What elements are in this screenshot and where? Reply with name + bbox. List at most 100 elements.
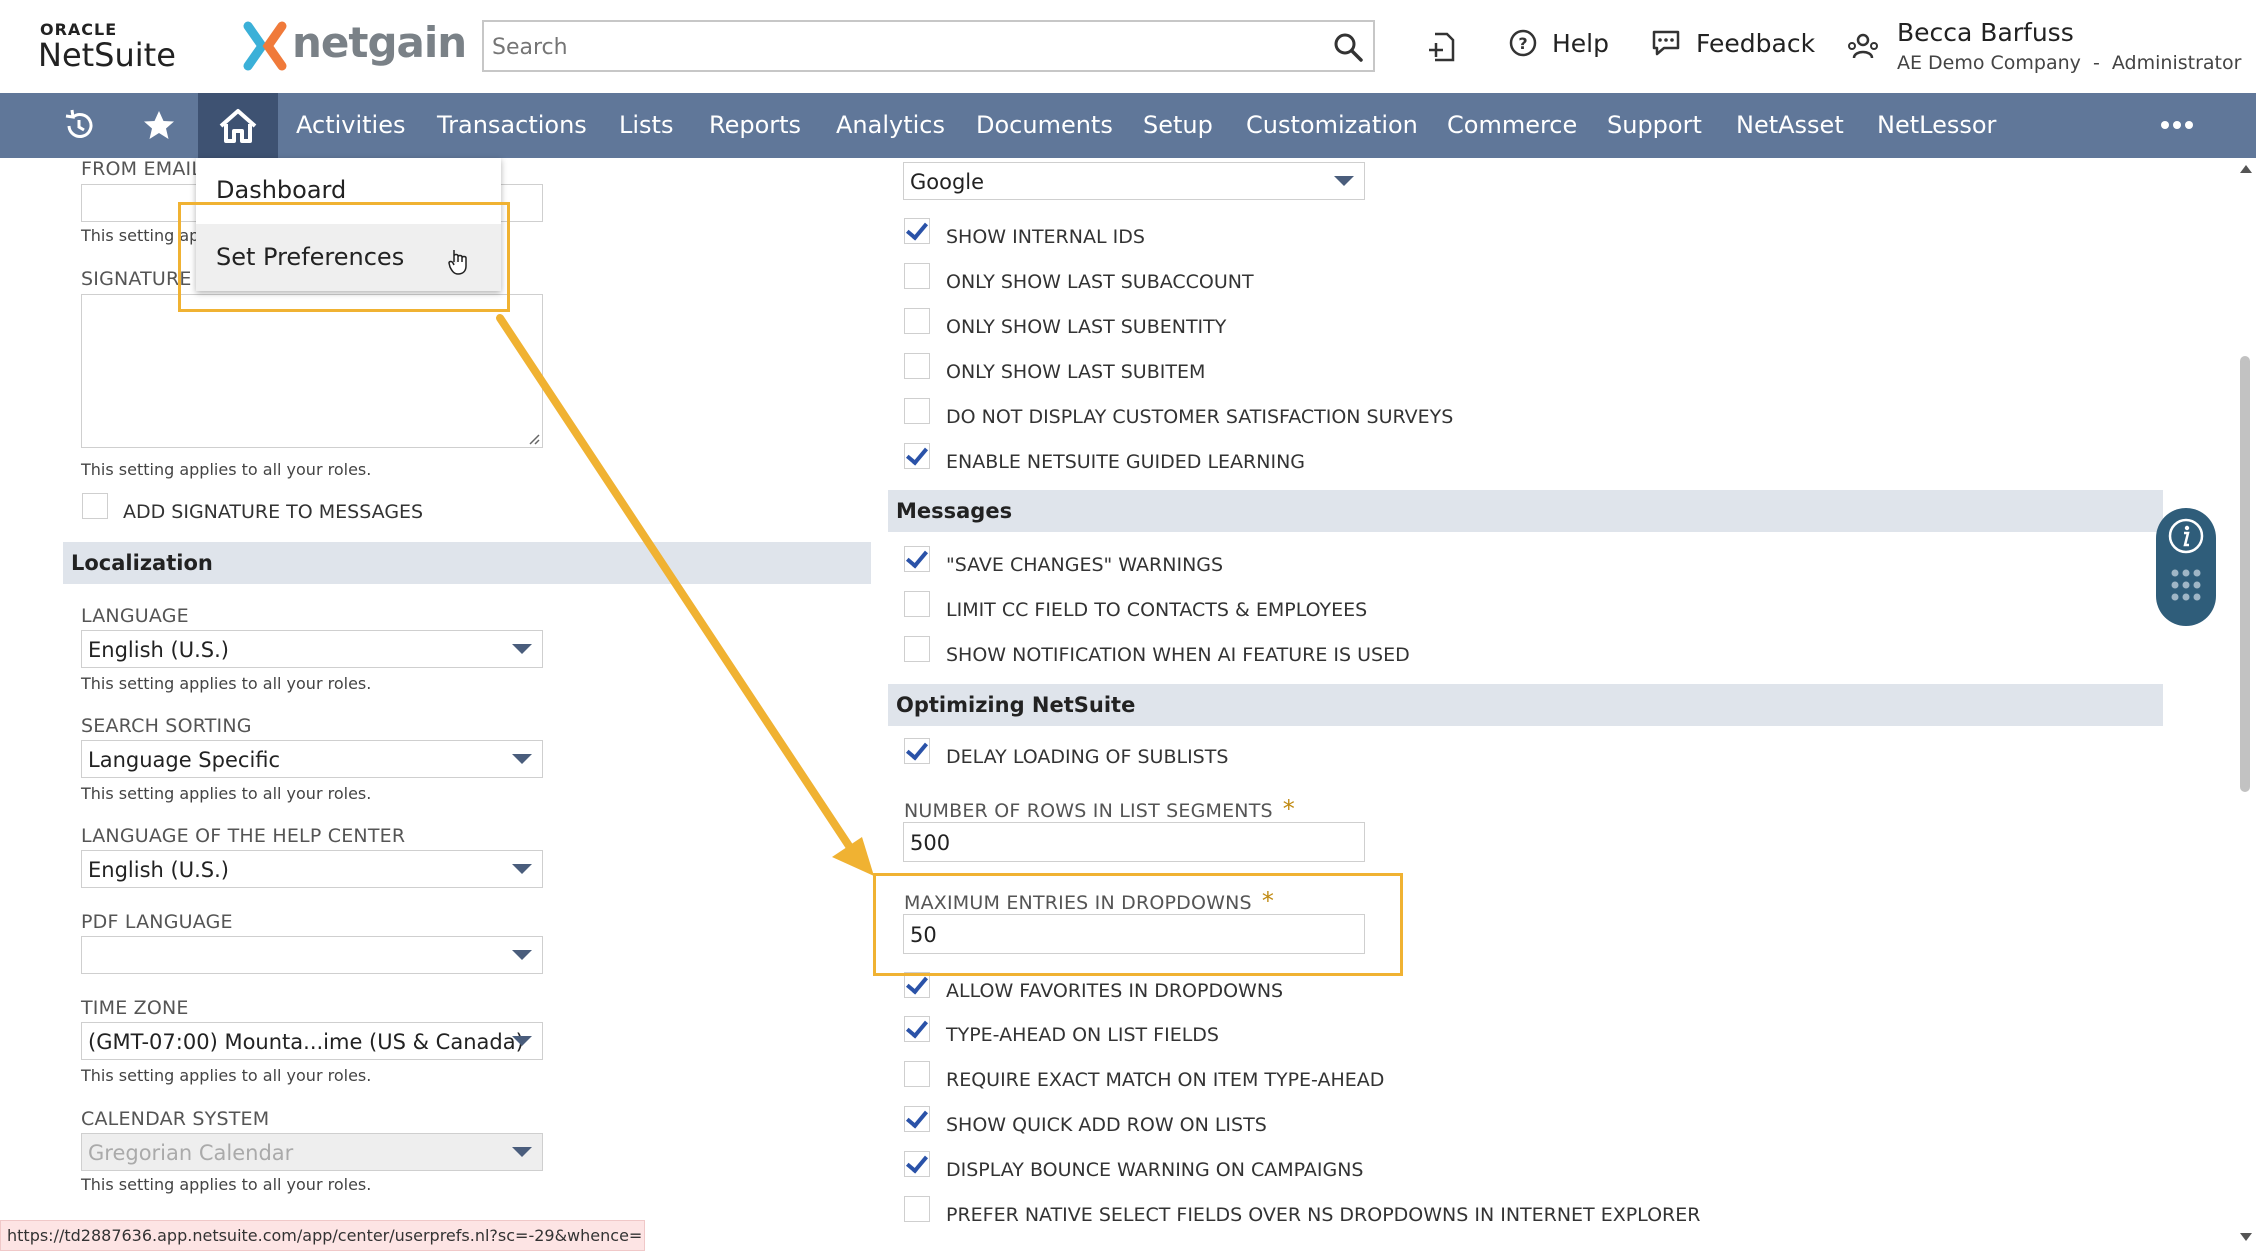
signature-textarea[interactable] — [81, 294, 543, 448]
language-select[interactable]: English (U.S.) — [81, 630, 543, 668]
nav-netasset[interactable]: NetAsset — [1736, 111, 1844, 139]
menu-item-dashboard[interactable]: Dashboard — [216, 176, 346, 204]
user-company-role[interactable]: AE Demo Company - Administrator — [1897, 52, 2241, 74]
rows-list-segments-input[interactable]: 500 — [903, 822, 1365, 862]
message-checkbox-label: SHOW NOTIFICATION WHEN AI FEATURE IS USE… — [946, 644, 1410, 666]
nav-customization[interactable]: Customization — [1246, 111, 1418, 139]
nav-activities[interactable]: Activities — [296, 111, 406, 139]
chevron-down-icon — [1334, 176, 1354, 186]
message-checkbox-1[interactable] — [904, 591, 930, 617]
time-zone-help: This setting applies to all your roles. — [81, 1066, 372, 1085]
delay-loading-checkbox[interactable] — [904, 738, 930, 764]
nav-support[interactable]: Support — [1607, 111, 1702, 139]
signature-help: This setting applies to all your roles. — [81, 460, 372, 479]
info-icon[interactable] — [2168, 518, 2204, 554]
scroll-down-icon[interactable] — [2239, 1232, 2253, 1242]
feedback-button[interactable]: Feedback — [1650, 28, 1815, 58]
link-status-bar: https://td2887636.app.netsuite.com/app/c… — [0, 1220, 645, 1251]
checkbox-optimizing-checks-5[interactable] — [904, 1196, 930, 1222]
search-sorting-help: This setting applies to all your roles. — [81, 784, 372, 803]
chevron-down-icon — [512, 1147, 532, 1157]
scroll-thumb[interactable] — [2240, 356, 2250, 792]
favorites-button[interactable] — [124, 93, 194, 158]
rows-list-segments-text: NUMBER OF ROWS IN LIST SEGMENTS — [904, 800, 1273, 822]
checkbox-label: ENABLE NETSUITE GUIDED LEARNING — [946, 451, 1306, 473]
checkbox-general-checks-1[interactable] — [904, 263, 930, 289]
optimizing-section-header: Optimizing NetSuite — [888, 684, 2163, 726]
user-separator: - — [2092, 52, 2100, 74]
messages-title: Messages — [896, 499, 1013, 523]
add-signature-checkbox[interactable] — [82, 493, 108, 519]
checkbox-optimizing-checks-4[interactable] — [904, 1151, 930, 1177]
rows-list-segments-value: 500 — [910, 831, 951, 855]
search-sorting-value: Language Specific — [88, 748, 281, 772]
help-center-language-value: English (U.S.) — [88, 858, 229, 882]
calendar-system-select: Gregorian Calendar — [81, 1133, 543, 1171]
checkbox-general-checks-0[interactable] — [904, 218, 930, 244]
language-value: English (U.S.) — [88, 638, 229, 662]
time-zone-select[interactable]: (GMT-07:00) Mounta...ime (US & Canada) — [81, 1022, 543, 1060]
more-icon[interactable] — [2160, 115, 2194, 135]
nav-transactions[interactable]: Transactions — [437, 111, 587, 139]
netsuite-logo[interactable]: NetSuite — [38, 36, 176, 74]
search-input[interactable] — [490, 30, 1314, 64]
checkbox-general-checks-5[interactable] — [904, 443, 930, 469]
checkbox-general-checks-4[interactable] — [904, 398, 930, 424]
nav-setup[interactable]: Setup — [1143, 111, 1213, 139]
guided-learning-widget[interactable] — [2156, 508, 2216, 626]
highlight-set-preferences — [178, 202, 510, 312]
checkbox-label: DISPLAY BOUNCE WARNING ON CAMPAIGNS — [946, 1159, 1364, 1181]
search-sorting-label: SEARCH SORTING — [81, 715, 252, 737]
chevron-down-icon — [512, 864, 532, 874]
resize-handle-icon[interactable] — [528, 433, 540, 445]
time-zone-value: (GMT-07:00) Mounta...ime (US & Canada) — [88, 1030, 524, 1054]
search-icon[interactable] — [1333, 32, 1363, 62]
feedback-icon — [1652, 30, 1680, 56]
calendar-system-value: Gregorian Calendar — [88, 1141, 294, 1165]
help-icon: ? — [1509, 29, 1537, 57]
chevron-down-icon — [512, 1036, 532, 1046]
checkbox-label: ALLOW FAVORITES IN DROPDOWNS — [946, 980, 1284, 1002]
search-sorting-select[interactable]: Language Specific — [81, 740, 543, 778]
language-help: This setting applies to all your roles. — [81, 674, 372, 693]
checkbox-label: ONLY SHOW LAST SUBACCOUNT — [946, 271, 1254, 293]
page-scrollbar[interactable] — [2236, 160, 2256, 1251]
message-checkbox-label: "SAVE CHANGES" WARNINGS — [946, 554, 1224, 576]
user-name[interactable]: Becca Barfuss — [1897, 18, 2074, 47]
checkbox-general-checks-3[interactable] — [904, 353, 930, 379]
checkbox-label: REQUIRE EXACT MATCH ON ITEM TYPE-AHEAD — [946, 1069, 1385, 1091]
message-checkbox-2[interactable] — [904, 636, 930, 662]
checkbox-optimizing-checks-2[interactable] — [904, 1061, 930, 1087]
scroll-up-icon[interactable] — [2239, 164, 2253, 174]
search-engine-select[interactable]: Google — [903, 162, 1365, 200]
checkbox-label: PREFER NATIVE SELECT FIELDS OVER NS DROP… — [946, 1204, 1701, 1226]
chevron-down-icon — [512, 754, 532, 764]
history-icon — [65, 109, 93, 138]
message-checkbox-0[interactable] — [904, 546, 930, 572]
nav-documents[interactable]: Documents — [976, 111, 1113, 139]
recent-records-icon[interactable] — [1425, 30, 1457, 64]
global-search — [482, 20, 1375, 72]
highlight-max-entries — [873, 873, 1403, 976]
help-center-language-select[interactable]: English (U.S.) — [81, 850, 543, 888]
rows-list-segments-label: NUMBER OF ROWS IN LIST SEGMENTS * — [904, 795, 1295, 823]
delay-loading-label: DELAY LOADING OF SUBLISTS — [946, 746, 1229, 768]
nav-lists[interactable]: Lists — [619, 111, 673, 139]
required-mark: * — [1282, 795, 1295, 823]
svg-text:?: ? — [1518, 34, 1527, 53]
search-engine-value: Google — [910, 170, 985, 194]
checkbox-label: SHOW INTERNAL IDS — [946, 226, 1145, 248]
nav-commerce[interactable]: Commerce — [1447, 111, 1577, 139]
checkbox-general-checks-2[interactable] — [904, 308, 930, 334]
pdf-language-select[interactable] — [81, 936, 543, 974]
recent-button[interactable] — [44, 93, 114, 158]
checkbox-optimizing-checks-3[interactable] — [904, 1106, 930, 1132]
grip-dots-icon[interactable] — [2170, 568, 2202, 614]
nav-netlessor[interactable]: NetLessor — [1877, 111, 1996, 139]
checkbox-optimizing-checks-1[interactable] — [904, 1016, 930, 1042]
help-button[interactable]: ? Help — [1508, 28, 1609, 58]
role-switch-icon[interactable] — [1846, 30, 1880, 64]
nav-analytics[interactable]: Analytics — [836, 111, 945, 139]
nav-reports[interactable]: Reports — [709, 111, 801, 139]
home-button[interactable] — [198, 93, 278, 158]
